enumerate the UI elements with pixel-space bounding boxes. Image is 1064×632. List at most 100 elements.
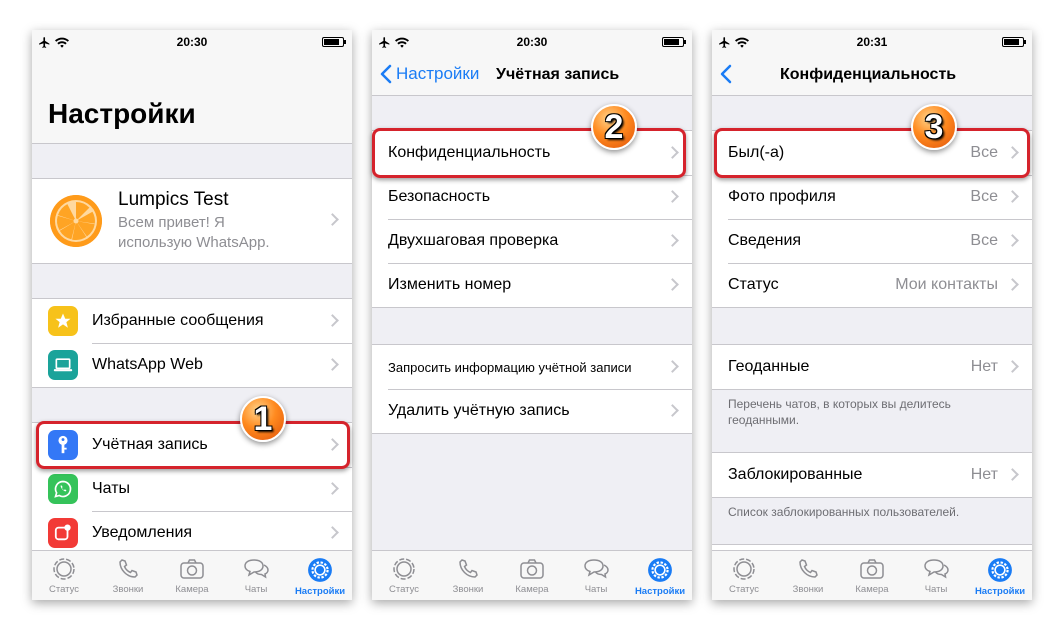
menu-item-value: Нет [970, 358, 998, 375]
menu-item-whatsapp-web[interactable]: WhatsApp Web [32, 343, 352, 387]
menu-item-label: Удалить учётную запись [388, 402, 570, 419]
profile-card[interactable]: Lumpics Test Всем привет! Я использую Wh… [32, 178, 352, 264]
tab-camera[interactable]: Камера [500, 551, 564, 600]
menu-item-value: Все [970, 232, 998, 249]
page-title: Конфиденциальность [780, 66, 957, 83]
tab-camera[interactable]: Камера [840, 551, 904, 600]
chevron-right-icon [670, 234, 678, 247]
tab-calls[interactable]: Звонки [436, 551, 500, 600]
tab-status[interactable]: Статус [712, 551, 776, 600]
menu-item-live-location[interactable]: Геоданные Нет [712, 345, 1032, 389]
menu-item-two-step[interactable]: Двухшаговая проверка [372, 219, 692, 263]
privacy-group-blocked: Заблокированные Нет [712, 452, 1032, 498]
phone-icon [459, 559, 478, 578]
profile-row[interactable]: Lumpics Test Всем привет! Я использую Wh… [32, 179, 352, 263]
menu-item-label: Изменить номер [388, 276, 512, 293]
battery-icon [662, 37, 686, 47]
back-button-label: Настройки [396, 64, 480, 83]
tab-bar: Статус Звонки Камера Чаты Настройки [372, 550, 692, 600]
status-bar: 20:31 [712, 30, 1032, 54]
star-icon [48, 306, 78, 336]
battery-icon [1002, 37, 1026, 47]
chevron-right-icon [670, 360, 678, 373]
chevron-right-icon [670, 278, 678, 291]
tab-label: Настройки [974, 586, 1026, 597]
status-icon [53, 558, 75, 580]
menu-item-starred[interactable]: Избранные сообщения [32, 299, 352, 343]
menu-item-chats[interactable]: Чаты [32, 467, 352, 511]
chevron-right-icon [670, 404, 678, 417]
large-title-bar: Настройки [32, 54, 352, 144]
tab-status[interactable]: Статус [32, 551, 96, 600]
menu-item-status[interactable]: Статус Мои контакты [712, 263, 1032, 307]
menu-group-1: Избранные сообщения WhatsApp Web [32, 298, 352, 388]
gear-icon [648, 558, 672, 582]
tab-settings[interactable]: Настройки [968, 551, 1032, 600]
gear-icon [308, 558, 332, 582]
account-screen: 20:30 Настройки Учётная запись Конфиденц… [372, 30, 692, 600]
menu-item-value: Мои контакты [895, 276, 998, 293]
tab-settings[interactable]: Настройки [288, 551, 352, 600]
tab-chats[interactable]: Чаты [904, 551, 968, 600]
menu-item-change-number[interactable]: Изменить номер [372, 263, 692, 307]
tab-calls[interactable]: Звонки [96, 551, 160, 600]
chevron-right-icon [670, 190, 678, 203]
menu-item-profile-photo[interactable]: Фото профиля Все [712, 175, 1032, 219]
chevron-right-icon [330, 358, 338, 371]
step-badge-3: 3 [911, 104, 957, 150]
chevron-left-icon [380, 64, 392, 84]
menu-item-value: Нет [970, 466, 998, 483]
nav-bar: Конфиденциальность [712, 54, 1032, 96]
status-icon [393, 558, 415, 580]
menu-item-label: WhatsApp Web [92, 356, 203, 373]
tab-label: Звонки [792, 584, 824, 595]
tab-chats[interactable]: Чаты [564, 551, 628, 600]
chevron-right-icon [1010, 234, 1018, 247]
back-button[interactable] [720, 62, 736, 86]
profile-name: Lumpics Test [118, 189, 229, 210]
menu-item-label: Чаты [92, 480, 131, 497]
back-button[interactable]: Настройки [380, 62, 479, 86]
tab-calls[interactable]: Звонки [776, 551, 840, 600]
tab-chats[interactable]: Чаты [224, 551, 288, 600]
menu-item-blocked[interactable]: Заблокированные Нет [712, 453, 1032, 497]
status-time: 20:30 [516, 35, 548, 49]
highlight-account [36, 421, 350, 469]
menu-item-security[interactable]: Безопасность [372, 175, 692, 219]
tab-label: Чаты [924, 584, 948, 595]
chevron-right-icon [1010, 278, 1018, 291]
step-badge-2: 2 [591, 104, 637, 150]
chevron-right-icon [1010, 468, 1018, 481]
tab-camera[interactable]: Камера [160, 551, 224, 600]
settings-screen: 20:30 Настройки Lumpics Test Всем привет… [32, 30, 352, 600]
phone-icon [119, 559, 138, 578]
privacy-screen: 20:31 Конфиденциальность Был(-а) Все Фот… [712, 30, 1032, 600]
status-time: 20:30 [176, 35, 208, 49]
tab-bar: Статус Звонки Камера Чаты Настройки [32, 550, 352, 600]
step-badge-1: 1 [240, 396, 286, 442]
laptop-icon [48, 350, 78, 380]
battery-icon [322, 37, 346, 47]
tab-settings[interactable]: Настройки [628, 551, 692, 600]
menu-item-about[interactable]: Сведения Все [712, 219, 1032, 263]
menu-item-label: Запросить информацию учётной записи [388, 359, 632, 375]
tab-label: Звонки [452, 584, 484, 595]
geo-footnote: Перечень чатов, в которых вы делитесь ге… [728, 397, 951, 427]
chat-bubbles-icon [584, 559, 609, 579]
phone-icon [799, 559, 818, 578]
chevron-right-icon [1010, 190, 1018, 203]
menu-item-notifications[interactable]: Уведомления [32, 511, 352, 555]
privacy-group-geo: Геоданные Нет [712, 344, 1032, 390]
chevron-right-icon [1010, 360, 1018, 373]
tab-label: Настройки [634, 586, 686, 597]
menu-item-label: Безопасность [388, 188, 491, 205]
gear-icon [988, 558, 1012, 582]
menu-item-delete-account[interactable]: Удалить учётную запись [372, 389, 692, 433]
status-bar: 20:30 [32, 30, 352, 54]
menu-item-request-info[interactable]: Запросить информацию учётной записи [372, 345, 692, 389]
camera-icon [860, 559, 884, 579]
chevron-right-icon [330, 482, 338, 495]
blocked-footnote: Список заблокированных пользователей. [728, 505, 960, 519]
whatsapp-icon [48, 474, 78, 504]
tab-status[interactable]: Статус [372, 551, 436, 600]
